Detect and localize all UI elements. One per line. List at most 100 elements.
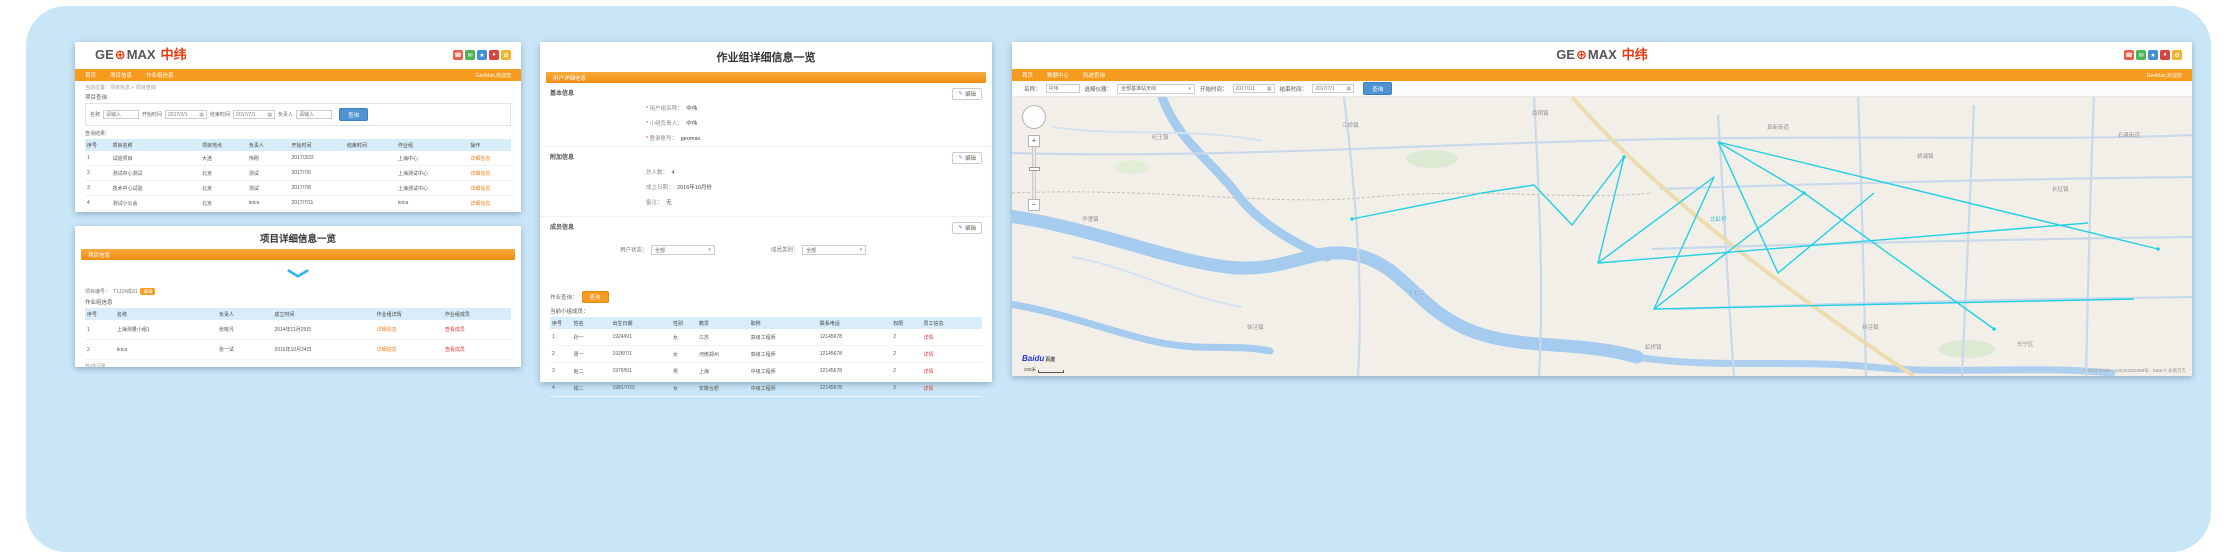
table-link[interactable]: 详情 xyxy=(923,369,933,375)
pan-right-icon[interactable] xyxy=(1039,115,1043,119)
member-query-row: 作业查询： 查询 xyxy=(540,287,992,305)
welcome-text: GeoMax,欢迎您 xyxy=(476,72,511,79)
table-cell: 详细信息 xyxy=(375,320,443,340)
nav-item[interactable]: 首页 xyxy=(85,71,96,79)
user-detail-bar-label: 用户详细信息 xyxy=(553,74,586,82)
header-icon[interactable]: ♦ xyxy=(2160,50,2170,60)
nav-items: 首页 项目信息 作业组信息 xyxy=(85,71,174,79)
member-query-button[interactable]: 查询 xyxy=(582,291,609,303)
end-date-label: 结束时间： xyxy=(1280,85,1308,93)
edit-basic-button[interactable]: ✎ 编辑 xyxy=(952,88,982,100)
table-cell: 12145678 xyxy=(818,363,891,380)
pan-up-icon[interactable] xyxy=(1032,108,1036,112)
zoom-slider-knob[interactable] xyxy=(1029,167,1040,171)
table-link[interactable]: 详细信息 xyxy=(377,327,397,333)
map-pan-control[interactable] xyxy=(1022,105,1046,129)
pan-left-icon[interactable] xyxy=(1025,115,1029,119)
table-link[interactable]: 查看成员 xyxy=(445,327,465,333)
table-cell xyxy=(345,151,396,166)
track-node xyxy=(2156,247,2160,251)
zoom-slider-track[interactable] xyxy=(1032,147,1036,199)
owner-input[interactable] xyxy=(296,110,332,119)
panel-project-list: GE⊕MAX中纬 ☎✉★♦✿ 首页项目信息作业组信息 GeoMax,欢迎您 当前… xyxy=(75,42,521,212)
table-cell: 张晓凡 xyxy=(217,320,272,340)
header-icon[interactable]: ★ xyxy=(477,50,487,60)
column-header: 作业组详情 xyxy=(375,308,443,320)
table-cell: 详细信息 xyxy=(375,340,443,360)
table-cell: 女 xyxy=(671,380,697,397)
header-icon[interactable]: ✿ xyxy=(2172,50,2182,60)
table-cell: 2017/7/8 xyxy=(289,181,344,196)
nav-item[interactable]: 项目信息 xyxy=(110,71,132,79)
basic-info-label: 基本信息 xyxy=(550,88,982,97)
pan-down-icon[interactable] xyxy=(1032,122,1036,126)
column-header: 序号 xyxy=(85,139,111,151)
scale-bar xyxy=(1038,370,1064,373)
name-input[interactable] xyxy=(1046,84,1080,93)
header-icon[interactable]: ✉ xyxy=(2136,50,2146,60)
header-icon[interactable]: ✉ xyxy=(465,50,475,60)
header-icon[interactable]: ♦ xyxy=(489,50,499,60)
header-icons: ☎✉★♦✿ xyxy=(2124,50,2182,60)
caret-down-icon: ▾ xyxy=(860,247,863,253)
category-select[interactable]: 全部 ▾ xyxy=(802,245,866,255)
device-select[interactable]: 全部基准站天线 ▾ xyxy=(1117,84,1195,94)
project-edit-badge[interactable]: 编辑 xyxy=(140,288,155,295)
end-date-input[interactable]: 2017/7/1 ▦ xyxy=(233,110,275,119)
table-link[interactable]: 详细信息 xyxy=(470,156,490,162)
app-header: GE⊕MAX中纬 ☎✉★♦✿ xyxy=(1012,42,2192,69)
column-header: 作业组 xyxy=(396,139,468,151)
table-link[interactable]: 详情 xyxy=(923,352,933,358)
table-cell: 3 xyxy=(550,363,572,380)
table-cell: 详细信息 xyxy=(468,166,511,181)
end-date-label: 结束时间 xyxy=(210,111,230,118)
table-link[interactable]: 详细信息 xyxy=(377,347,397,353)
pencil-icon: ✎ xyxy=(958,91,963,97)
project-info-bar: 项目信息 xyxy=(81,249,515,260)
edit-label: 编辑 xyxy=(965,224,976,232)
table-link[interactable]: 详细信息 xyxy=(470,171,490,177)
logo-cn: 中纬 xyxy=(161,48,187,61)
search-button[interactable]: 查询 xyxy=(339,108,368,121)
table-cell: 中级工程师 xyxy=(749,380,818,397)
table-cell: 1981/7/23 xyxy=(610,380,670,397)
map-search-button[interactable]: 查询 xyxy=(1363,82,1392,95)
nav-item[interactable]: 数据中心 xyxy=(1047,71,1069,79)
field-label: 小组负责人： xyxy=(650,121,683,127)
table-cell xyxy=(345,166,396,181)
column-header: 负责人 xyxy=(247,139,290,151)
table-link[interactable]: 详情 xyxy=(923,386,933,392)
header-icon[interactable]: ☎ xyxy=(453,50,463,60)
table-cell: 12145678 xyxy=(818,346,891,363)
field-value: 无 xyxy=(666,200,672,206)
nav-item[interactable]: 轨迹查询 xyxy=(1083,71,1105,79)
member-filters: 用户状态： 全部 ▾ 成员类别： 全部 ▾ xyxy=(620,245,982,255)
start-date-input[interactable]: 2017/1/1 ▦ xyxy=(1233,84,1275,93)
zoom-out-button[interactable]: − xyxy=(1028,199,1040,211)
zoom-in-button[interactable]: + xyxy=(1028,135,1040,147)
nav-item[interactable]: 首页 xyxy=(1022,71,1033,79)
section-extra-info: 附加信息 ✎ 编辑 总人数： 4 成立日期： 2016年10月份 备注： 无 xyxy=(540,147,992,217)
table-link[interactable]: 查看成员 xyxy=(445,347,465,353)
nav-item[interactable]: 作业组信息 xyxy=(146,71,174,79)
table-cell: 女 xyxy=(671,346,697,363)
table-link[interactable]: 详情 xyxy=(923,335,933,341)
header-icon[interactable]: ☎ xyxy=(2124,50,2134,60)
edit-extra-button[interactable]: ✎ 编辑 xyxy=(952,152,982,164)
header-icon[interactable]: ★ xyxy=(2148,50,2158,60)
road-path xyxy=(1344,97,1360,376)
required-mark: * xyxy=(646,136,648,142)
status-select[interactable]: 全部 ▾ xyxy=(651,245,715,255)
map-viewport[interactable]: 纪王镇华漕镇江桥镇南翔镇真新街道桃浦镇长征镇新泾镇虹桥镇徐泾镇石泉街道长宁区北虹… xyxy=(1012,97,2192,376)
start-date-input[interactable]: 2017/3/1 ▦ xyxy=(165,110,207,119)
edit-members-button[interactable]: ✎ 编辑 xyxy=(952,222,982,234)
project-summary-line: 项目编号： T1J24成d1 编辑 xyxy=(75,286,521,296)
name-input[interactable] xyxy=(103,110,139,119)
expand-chevron-icon[interactable] xyxy=(287,269,309,278)
table-link[interactable]: 详细信息 xyxy=(470,186,490,192)
header-icon[interactable]: ✿ xyxy=(501,50,511,60)
table-link[interactable]: 详细信息 xyxy=(470,201,490,207)
end-date-input[interactable]: 2017/7/1 ▦ xyxy=(1312,84,1354,93)
table-cell: 测试小公会 xyxy=(111,196,200,211)
field-group-leader: * 小组负责人： 中伟 xyxy=(646,119,982,127)
